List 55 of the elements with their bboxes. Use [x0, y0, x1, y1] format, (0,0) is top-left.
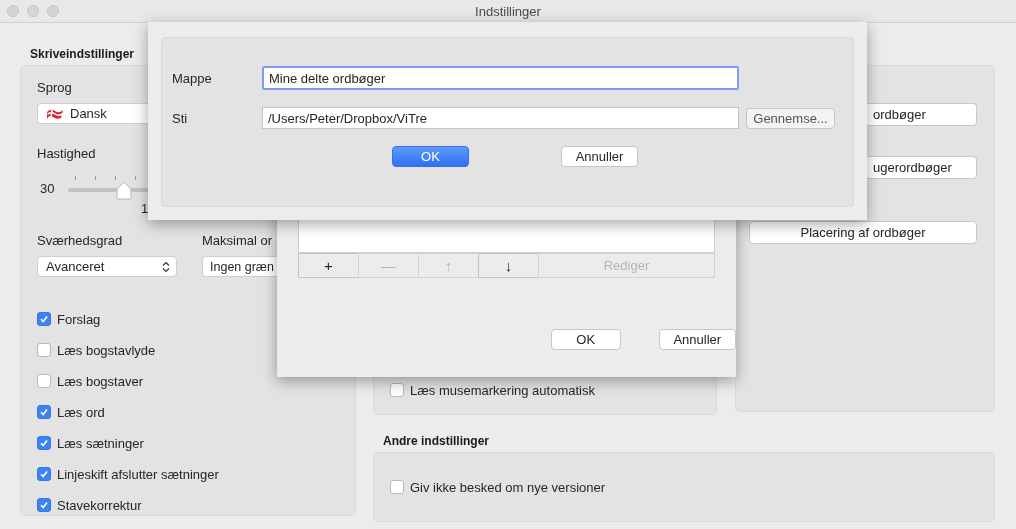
dialog-button[interactable]: OK [551, 329, 621, 350]
check-icon [39, 407, 49, 417]
group-title: Skriveindstillinger [30, 47, 136, 63]
check-icon [39, 314, 49, 324]
input-field[interactable]: Mine delte ordbøger [262, 66, 739, 90]
dictionary-button[interactable]: ordbøger [867, 103, 977, 126]
check-icon [39, 500, 49, 510]
difficulty-dropdown[interactable]: Avanceret [37, 256, 177, 277]
check-icon [39, 438, 49, 448]
checkbox-label: Giv ikke besked om nye versioner [410, 479, 606, 495]
toolbar-button[interactable]: + [298, 253, 359, 278]
checkbox-label: Linjeskift afslutter sætninger [57, 466, 219, 482]
window-zoom-button[interactable] [47, 5, 59, 17]
checkbox-label: Læs sætninger [57, 435, 144, 451]
check-icon [39, 469, 49, 479]
field-label: Mappe [172, 70, 213, 86]
checkbox[interactable] [37, 498, 51, 512]
checkbox-label: Læs musemarkering automatisk [410, 382, 595, 398]
language-dropdown[interactable]: Dansk [37, 103, 148, 124]
flag-icon [46, 106, 64, 121]
slider-thumb[interactable] [116, 180, 133, 200]
max-words-dropdown[interactable]: Ingen græn [202, 256, 277, 277]
window-minimize-button[interactable] [27, 5, 39, 17]
field-label: Hastighed [37, 146, 97, 161]
slider-min-label: 30 [40, 180, 55, 196]
dialog-button[interactable]: Annuller [658, 329, 736, 350]
checkbox[interactable] [37, 467, 51, 481]
browse-button[interactable]: Gennemse... [746, 107, 835, 129]
checkbox[interactable] [390, 480, 404, 494]
slider-tick-label: 1 [141, 201, 149, 216]
field-label: Maksimal or [202, 233, 274, 248]
window-title: Indstillinger [475, 3, 541, 19]
dialog-button[interactable]: Annuller [561, 146, 638, 167]
field-label: Sti [172, 110, 189, 126]
checkbox-label: Forslag [57, 311, 101, 327]
checkbox-label: Læs bogstaver [57, 373, 143, 389]
checkbox[interactable] [37, 374, 51, 388]
field-label: Sværhedsgrad [37, 233, 124, 248]
checkbox-label: Læs ord [57, 404, 105, 420]
dictionary-button[interactable]: ugerordbøger [867, 156, 977, 179]
input-field[interactable]: /Users/Peter/Dropbox/ViTre [262, 107, 739, 129]
window-close-button[interactable] [7, 5, 19, 17]
checkbox[interactable] [37, 312, 51, 326]
checkbox[interactable] [37, 343, 51, 357]
dictionary-button[interactable]: Placering af ordbøger [749, 221, 977, 244]
checkbox[interactable] [390, 383, 404, 397]
group-title: Andre indstillinger [383, 434, 490, 450]
checkbox-label: Læs bogstavlyde [57, 342, 156, 358]
toolbar-button[interactable]: ↓ [478, 253, 539, 278]
checkbox-label: Stavekorrektur [57, 497, 142, 513]
dialog-button[interactable]: OK [392, 146, 469, 167]
checkbox[interactable] [37, 436, 51, 450]
checkbox[interactable] [37, 405, 51, 419]
chevron-icon [162, 260, 170, 273]
dictionary-list[interactable] [298, 220, 715, 253]
